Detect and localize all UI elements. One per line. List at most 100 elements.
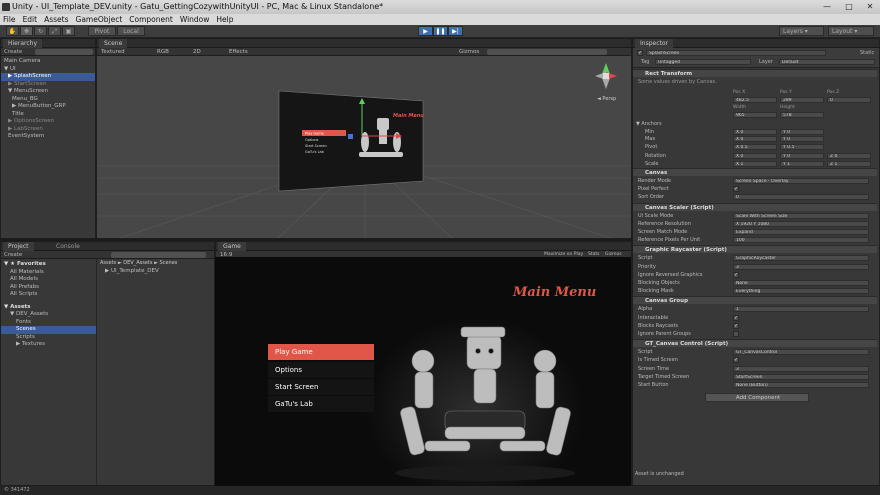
object-name-field[interactable]: SplashScreen xyxy=(646,50,826,56)
rect-tool-icon[interactable]: ▣ xyxy=(62,26,75,36)
project-folder-item[interactable]: ▶ Textures xyxy=(1,341,96,349)
game-view[interactable]: Main Menu Play Game Options Start Screen… xyxy=(215,257,631,486)
object-active-checkbox[interactable]: ✓ xyxy=(637,50,643,56)
scene-gizmos-dropdown[interactable]: Gizmos xyxy=(459,48,479,56)
hand-tool-icon[interactable]: ✋ xyxy=(6,26,19,36)
tag-dropdown[interactable]: Untagged xyxy=(655,59,751,65)
step-icon[interactable]: ▶| xyxy=(448,26,463,36)
layers-dropdown[interactable]: Layers ▾ xyxy=(779,26,824,36)
rect-field[interactable]: 0 xyxy=(827,96,871,103)
hierarchy-item[interactable]: Menu_BG xyxy=(1,96,95,104)
scene-persp-label[interactable]: ◄ Persp xyxy=(597,96,616,102)
rect-field[interactable]: 965 xyxy=(733,111,777,118)
rect-field[interactable]: Y 0.5 xyxy=(780,143,824,150)
menu-item-gameobject[interactable]: GameObject xyxy=(76,15,123,24)
field-checkbox[interactable]: ✓ xyxy=(733,357,739,364)
layer-dropdown[interactable]: Default xyxy=(779,59,875,65)
tab-project[interactable]: Project xyxy=(3,242,34,251)
gatus-lab-button[interactable]: GaTu's Lab xyxy=(268,396,374,412)
rect-field[interactable]: Z 1 xyxy=(827,160,871,167)
project-folder-item[interactable]: ▼ DEV_Assets xyxy=(1,311,96,319)
menu-item-assets[interactable]: Assets xyxy=(44,15,68,24)
hierarchy-search-input[interactable] xyxy=(35,49,93,55)
rect-field[interactable]: Y 0 xyxy=(780,153,824,159)
add-component-button[interactable]: Add Component xyxy=(705,393,809,403)
field-value[interactable]: GraphicRaycaster xyxy=(733,255,869,262)
layout-dropdown[interactable]: Layout ▾ xyxy=(828,26,874,36)
start-screen-button[interactable]: Start Screen xyxy=(268,379,374,395)
project-folder-item[interactable]: All Materials xyxy=(1,269,96,277)
hierarchy-create-button[interactable]: Create xyxy=(4,48,22,56)
scene-shading-dropdown[interactable]: Textured xyxy=(101,48,125,56)
menu-item-window[interactable]: Window xyxy=(180,15,210,24)
rect-field[interactable]: X 0.5 xyxy=(733,143,777,150)
field-checkbox[interactable]: ✓ xyxy=(733,271,739,278)
scene-2d-toggle[interactable]: 2D xyxy=(193,48,201,56)
hierarchy-item[interactable]: ▼ UI xyxy=(1,66,95,74)
component-header[interactable]: Canvas Scaler (Script) xyxy=(633,202,877,211)
local-toggle[interactable]: Local xyxy=(117,26,145,36)
hierarchy-item[interactable]: ▶ MenuButton_GRP xyxy=(1,103,95,111)
rect-field[interactable]: X 1 xyxy=(733,160,777,167)
hierarchy-item[interactable]: ▼ MenuScreen xyxy=(1,88,95,96)
field-checkbox[interactable]: ✓ xyxy=(733,322,739,329)
field-value[interactable]: Scale With Screen Size xyxy=(733,212,869,219)
project-folder-item[interactable]: ▼ Assets xyxy=(1,304,96,312)
field-value[interactable]: Expand xyxy=(733,229,869,235)
tab-console[interactable]: Console xyxy=(51,242,85,251)
component-header[interactable]: GT_Canvas Control (Script) xyxy=(633,339,877,348)
menu-item-help[interactable]: Help xyxy=(216,15,233,24)
project-file-item[interactable]: ▶ UI_Template_DEV xyxy=(105,268,159,276)
scale-tool-icon[interactable]: ⤢ xyxy=(48,26,61,36)
scene-canvas[interactable]: Play Game Options Start Screen GaTu's La… xyxy=(97,56,632,239)
rect-field[interactable]: 482.5 xyxy=(733,96,777,103)
rect-field[interactable]: 289 xyxy=(780,96,824,103)
scene-render-mode[interactable]: RGB xyxy=(157,48,169,56)
project-folder-item[interactable]: Scenes xyxy=(1,326,96,334)
rect-field[interactable]: 578 xyxy=(780,111,824,118)
rect-field[interactable]: Z 0 xyxy=(827,153,871,159)
field-checkbox[interactable]: ✓ xyxy=(733,186,739,193)
pause-icon[interactable]: ❚❚ xyxy=(433,26,448,36)
scene-orientation-gizmo-icon[interactable] xyxy=(595,63,617,89)
options-button[interactable]: Options xyxy=(268,362,374,378)
project-folder-item[interactable]: Fonts xyxy=(1,319,96,327)
project-breadcrumb[interactable]: Assets ► DEV_Assets ► Scenes xyxy=(100,260,177,268)
field-value[interactable]: X 1920 Y 1080 xyxy=(733,220,869,227)
component-header[interactable]: Canvas xyxy=(633,168,877,176)
field-value[interactable]: Everything xyxy=(733,288,869,295)
menu-item-edit[interactable]: Edit xyxy=(23,15,38,24)
field-checkbox[interactable]: ✓ xyxy=(733,314,739,321)
field-checkbox[interactable] xyxy=(733,331,739,337)
hierarchy-item[interactable]: ▶ StartScreen xyxy=(1,81,95,89)
project-folder-item[interactable]: ▼ ★ Favorites xyxy=(1,261,96,269)
hierarchy-item[interactable]: Main Camera xyxy=(1,58,95,66)
field-value[interactable]: 3 xyxy=(733,263,869,270)
project-folder-item[interactable]: All Prefabs xyxy=(1,284,96,292)
rect-field[interactable]: Y 0 xyxy=(780,136,824,142)
pivot-toggle[interactable]: Pivot xyxy=(88,26,116,36)
play-game-button[interactable]: Play Game xyxy=(268,344,374,360)
rect-field[interactable]: Y 0 xyxy=(780,128,824,135)
minimize-icon[interactable]: — xyxy=(816,1,838,12)
project-folder-item[interactable]: All Scripts xyxy=(1,291,96,299)
maximize-icon[interactable]: □ xyxy=(838,1,860,12)
project-folder-item[interactable]: All Models xyxy=(1,276,96,284)
rect-field[interactable]: X 0 xyxy=(733,128,777,135)
project-folder-item[interactable]: Scripts xyxy=(1,334,96,342)
rotate-tool-icon[interactable]: ↻ xyxy=(34,26,47,36)
menu-item-file[interactable]: File xyxy=(3,15,16,24)
tab-game[interactable]: Game xyxy=(218,242,246,251)
field-value[interactable]: 1 xyxy=(733,306,869,313)
field-value[interactable]: 3 xyxy=(733,365,869,372)
rect-field[interactable]: X 0 xyxy=(733,136,777,142)
tab-hierarchy[interactable]: Hierarchy xyxy=(3,39,43,48)
tab-scene[interactable]: Scene xyxy=(99,39,128,48)
hierarchy-item[interactable]: ▶ LabScreen xyxy=(1,126,95,134)
move-tool-icon[interactable]: ✥ xyxy=(20,26,33,36)
project-search-input[interactable] xyxy=(111,252,206,258)
hierarchy-item[interactable]: Title xyxy=(1,111,95,119)
component-header[interactable]: Canvas Group xyxy=(633,296,877,305)
scene-search-input[interactable] xyxy=(487,49,607,55)
hierarchy-item[interactable]: ▶ SplashScreen xyxy=(1,73,95,81)
